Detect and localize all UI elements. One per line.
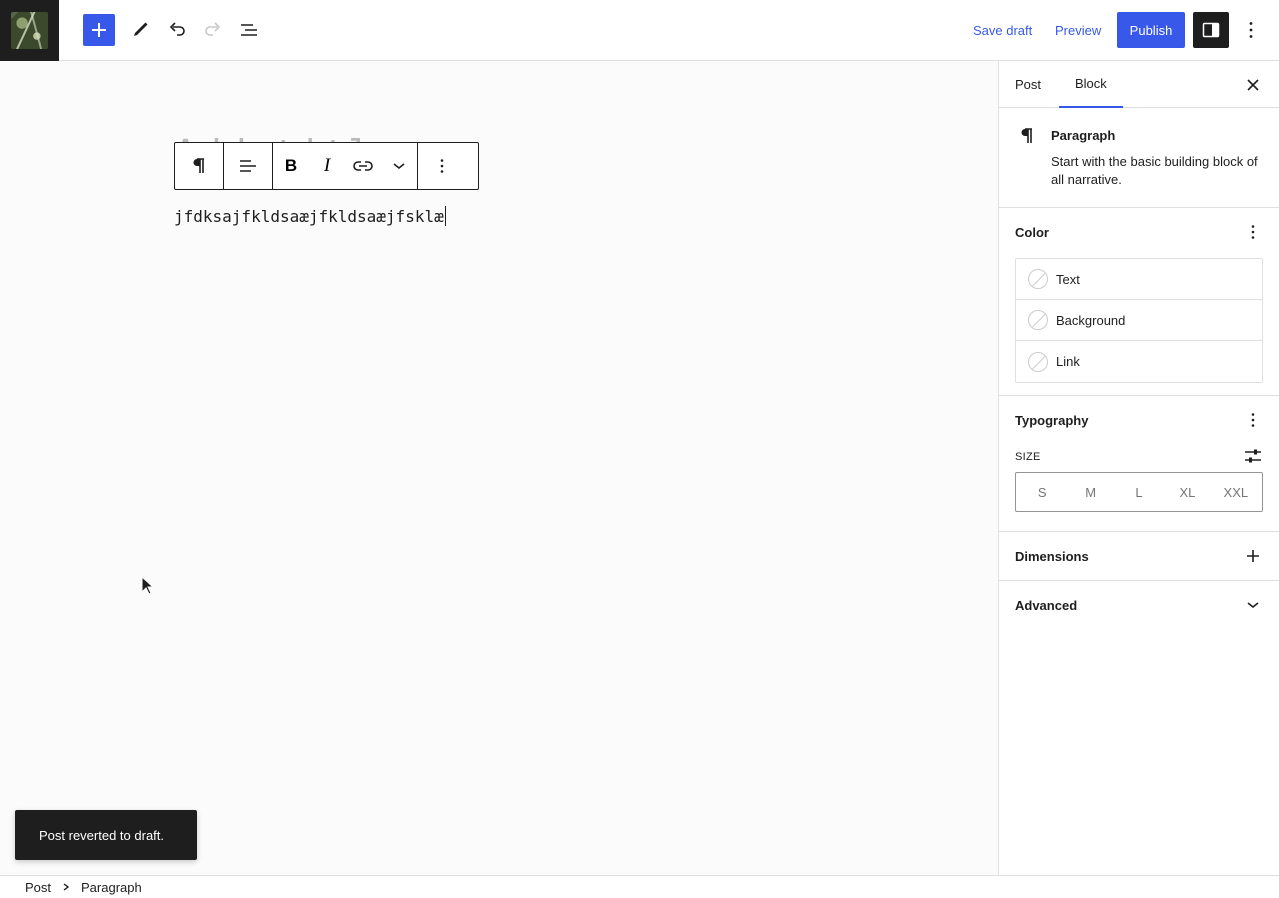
color-list: Text Background Link [1015, 258, 1263, 383]
editor-canvas[interactable]: Add title B I jfdksajfk [0, 61, 998, 875]
breadcrumb-item-post[interactable]: Post [25, 880, 51, 895]
undo-icon [169, 22, 185, 36]
site-icon [11, 12, 48, 49]
site-logo[interactable] [0, 0, 59, 61]
tab-post[interactable]: Post [999, 61, 1057, 108]
paragraph-icon [193, 158, 204, 173]
block-card-description: Start with the basic building block of a… [1051, 154, 1258, 187]
color-panel-title: Color [1015, 224, 1049, 240]
tab-block[interactable]: Block [1059, 61, 1123, 108]
color-options-button[interactable] [1241, 220, 1265, 244]
size-label: SIZE [1015, 451, 1041, 463]
size-option-xxl[interactable]: XXL [1212, 474, 1260, 510]
chevron-right-icon [61, 882, 71, 892]
custom-size-button[interactable] [1241, 444, 1265, 468]
color-panel-header: Color [999, 208, 1279, 256]
block-card: Paragraph Start with the basic building … [999, 108, 1279, 208]
link-button[interactable] [345, 143, 381, 189]
sidebar-tabs: Post Block [999, 61, 1279, 108]
text-caret [444, 206, 446, 226]
paragraph-icon [1021, 128, 1032, 143]
publish-button[interactable]: Publish [1117, 12, 1185, 48]
editor-header: Save draft Preview Publish [0, 0, 1279, 61]
color-item-label: Background [1056, 312, 1126, 328]
link-icon [353, 161, 373, 171]
dimensions-add-button[interactable] [1241, 544, 1265, 568]
align-button[interactable] [224, 143, 272, 189]
preview-button[interactable]: Preview [1048, 14, 1108, 46]
empty-swatch-icon [1028, 310, 1048, 330]
more-vertical-icon [1249, 22, 1253, 38]
advanced-panel: Advanced [999, 581, 1279, 629]
save-draft-button[interactable]: Save draft [966, 14, 1039, 46]
more-vertical-icon [440, 159, 444, 173]
size-option-xl[interactable]: XL [1163, 474, 1211, 510]
settings-toggle-button[interactable] [1193, 12, 1229, 48]
dimensions-panel-title: Dimensions [1015, 548, 1089, 564]
typography-options-button[interactable] [1241, 408, 1265, 432]
more-vertical-icon [1251, 413, 1255, 427]
advanced-panel-header[interactable]: Advanced [999, 581, 1279, 629]
options-button[interactable] [1237, 14, 1265, 46]
block-type-button[interactable] [175, 143, 223, 189]
bold-button[interactable]: B [273, 143, 309, 189]
color-item-label: Link [1056, 354, 1080, 369]
close-icon [1247, 79, 1259, 91]
more-formats-button[interactable] [381, 143, 417, 189]
dimensions-panel-header[interactable]: Dimensions [999, 532, 1279, 580]
plus-icon [92, 23, 106, 37]
block-options-button[interactable] [418, 143, 466, 189]
italic-button[interactable]: I [309, 143, 345, 189]
block-toolbar: B I [174, 142, 479, 190]
list-view-icon [241, 24, 257, 36]
breadcrumb-item-paragraph[interactable]: Paragraph [81, 880, 142, 895]
more-vertical-icon [1251, 225, 1255, 239]
size-option-l[interactable]: L [1115, 474, 1163, 510]
color-panel: Color Text Background Link [999, 208, 1279, 396]
font-size-toggle-group: S M L XL XXL [1015, 472, 1263, 512]
plus-icon [1247, 550, 1259, 562]
color-item-text[interactable]: Text [1016, 259, 1262, 300]
color-item-label: Text [1056, 271, 1080, 287]
color-item-link[interactable]: Link [1016, 341, 1262, 382]
advanced-panel-title: Advanced [1015, 597, 1078, 613]
redo-icon [205, 22, 221, 36]
snackbar-notice[interactable]: Post reverted to draft. [15, 810, 197, 860]
breadcrumb: Post Paragraph [0, 875, 1279, 898]
block-inserter-button[interactable] [83, 14, 115, 46]
close-settings-button[interactable] [1241, 73, 1265, 97]
tools-button[interactable] [124, 14, 156, 46]
chevron-down-icon [393, 163, 405, 170]
paragraph-text: jfdksajfkldsaæjfkldsaæjfsklæ [174, 207, 444, 226]
pencil-icon [134, 22, 148, 36]
size-option-s[interactable]: S [1018, 474, 1066, 510]
snackbar-message: Post reverted to draft. [39, 827, 165, 843]
settings-sliders-icon [1245, 449, 1261, 463]
undo-button[interactable] [161, 14, 193, 46]
advanced-toggle-button[interactable] [1241, 593, 1265, 617]
empty-swatch-icon [1028, 351, 1048, 372]
typography-panel-header: Typography [999, 396, 1279, 444]
mouse-cursor-icon [141, 576, 155, 595]
dimensions-panel: Dimensions [999, 532, 1279, 581]
redo-button[interactable] [197, 14, 229, 46]
sidebar-icon [1202, 22, 1220, 38]
settings-sidebar: Post Block Paragraph Start with the basi… [998, 61, 1279, 875]
color-item-background[interactable]: Background [1016, 300, 1262, 341]
size-option-m[interactable]: M [1066, 474, 1114, 510]
typography-panel: Typography SIZE S M L XL XXL [999, 396, 1279, 532]
empty-swatch-icon [1028, 269, 1048, 289]
align-left-icon [240, 160, 256, 172]
chevron-down-icon [1247, 602, 1259, 609]
typography-panel-title: Typography [1015, 412, 1089, 428]
document-overview-button[interactable] [233, 14, 265, 46]
block-card-title: Paragraph [1051, 128, 1116, 143]
paragraph-block[interactable]: jfdksajfkldsaæjfkldsaæjfsklæ [174, 206, 446, 226]
